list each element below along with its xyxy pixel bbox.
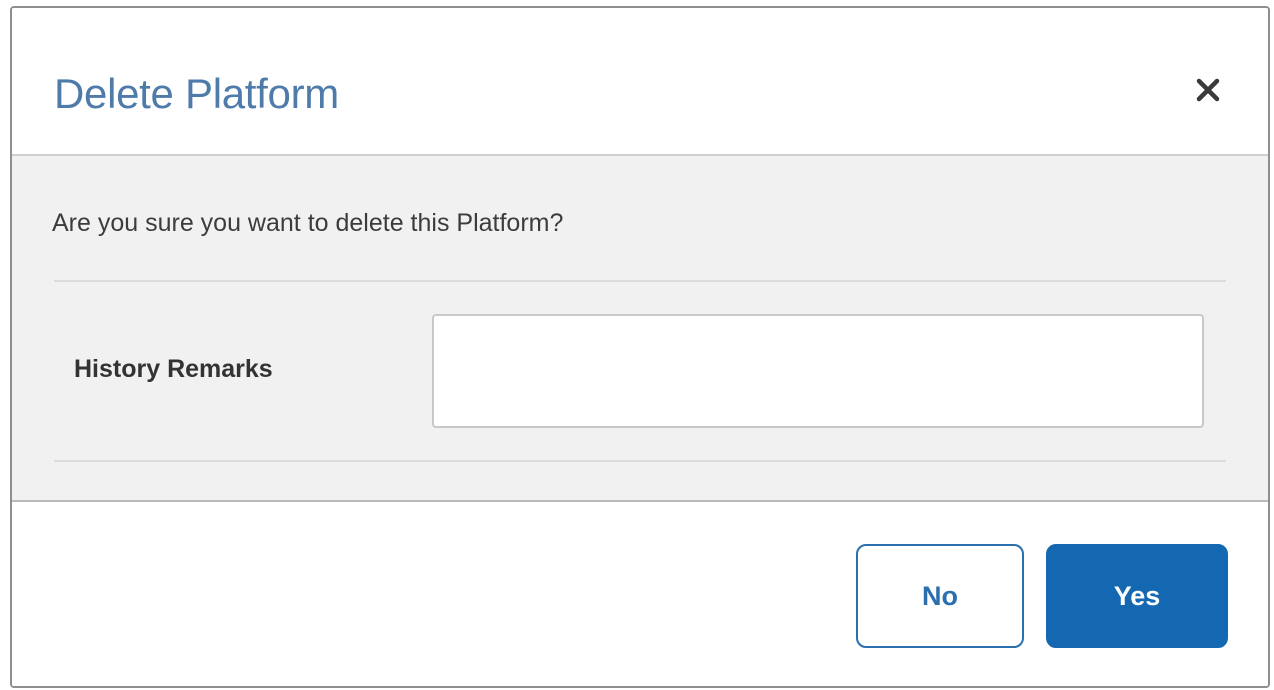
no-button[interactable]: No: [856, 544, 1024, 648]
history-remarks-label: History Remarks: [74, 355, 273, 383]
divider: [54, 460, 1226, 462]
history-remarks-input[interactable]: [432, 314, 1204, 428]
dialog-header: Delete Platform: [12, 8, 1268, 156]
yes-button[interactable]: Yes: [1046, 544, 1228, 648]
dialog-footer: No Yes: [12, 502, 1268, 686]
dialog-title: Delete Platform: [54, 70, 339, 117]
close-button[interactable]: [1190, 72, 1226, 108]
dialog-body: Are you sure you want to delete this Pla…: [12, 156, 1268, 502]
confirmation-message: Are you sure you want to delete this Pla…: [52, 209, 564, 237]
delete-platform-dialog: Delete Platform Are you sure you want to…: [10, 6, 1270, 688]
divider: [54, 280, 1226, 282]
close-icon: [1196, 78, 1220, 102]
